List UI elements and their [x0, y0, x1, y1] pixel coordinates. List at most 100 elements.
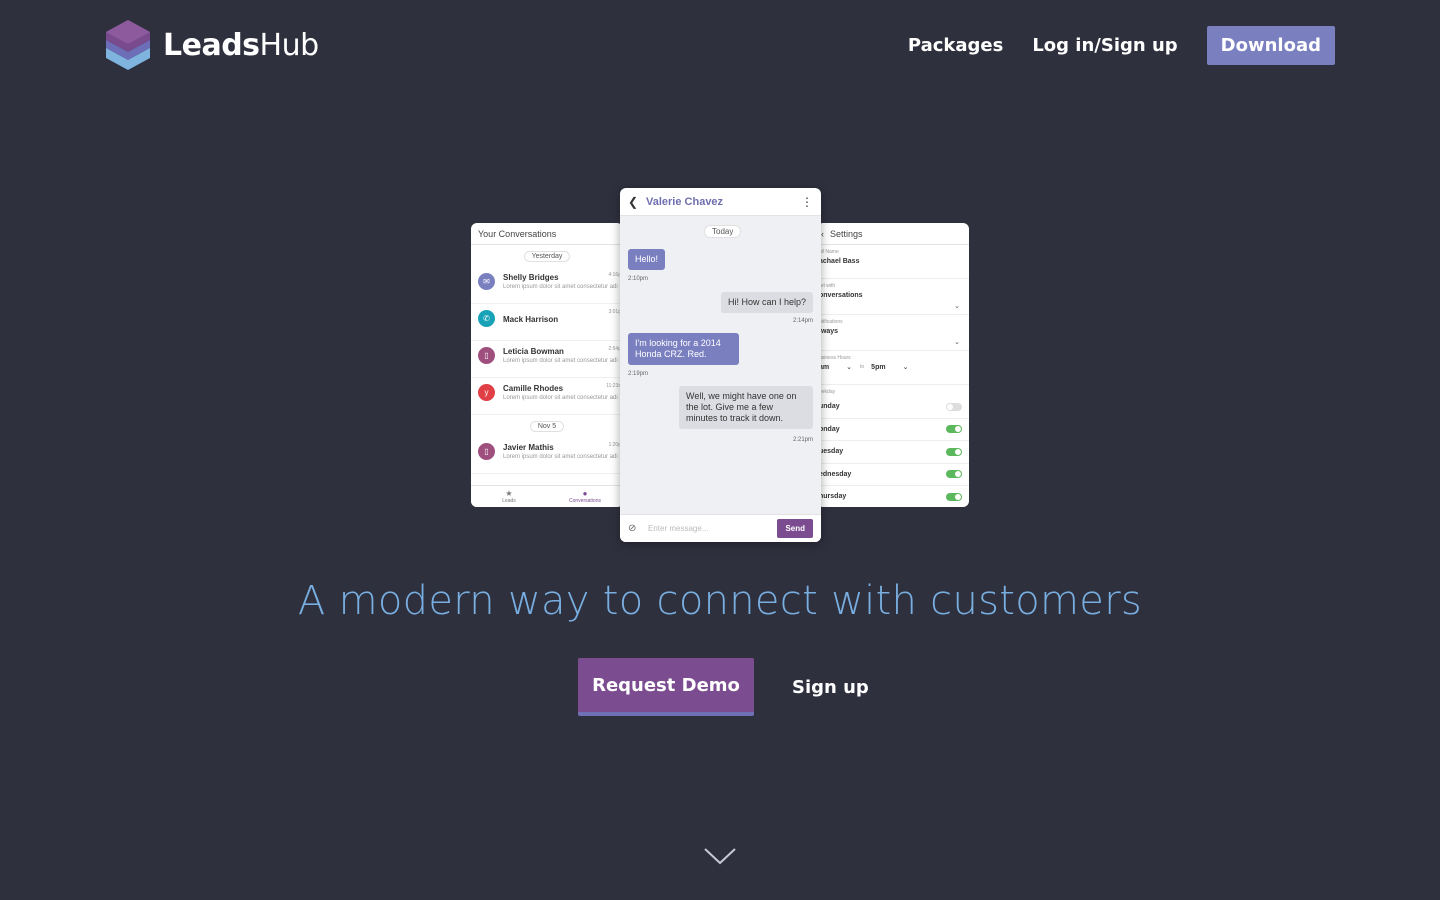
setting-value: lways: [819, 328, 839, 335]
conversation-text: Mack Harrison: [503, 309, 558, 325]
conversation-name: Javier Mathis: [503, 443, 554, 452]
conversation-preview: Lorem ipsum dolor sit amet consectetur a…: [503, 454, 618, 460]
setting-notifications[interactable]: otifications lways ⌄: [817, 315, 969, 351]
conversation-time: 11:23a: [606, 383, 621, 389]
brand-name-bold: Leads: [163, 27, 260, 63]
conversation-item[interactable]: ▯ Javier Mathis Lorem ipsum dolor sit amet…: [471, 437, 623, 474]
more-vertical-icon[interactable]: ⋮: [801, 195, 813, 209]
setting-value: achael Bass: [819, 258, 860, 265]
brand-name: LeadsHub: [163, 28, 319, 63]
sign-up-link[interactable]: Sign up: [792, 677, 869, 698]
conversation-name: Leticia Bowman: [503, 347, 564, 356]
weekday-toggle[interactable]: [946, 402, 962, 411]
conversation-item[interactable]: y Camille Rhodes Lorem ipsum dolor sit ame…: [471, 378, 623, 415]
setting-label: usiness Hours: [819, 355, 851, 361]
brand-name-light: Hub: [259, 27, 320, 63]
setting-start-with[interactable]: art with onversations ⌄: [817, 279, 969, 315]
conversations-phone-mockup: Your Conversations Yesterday ✉ Shelly Bri…: [471, 223, 623, 507]
chevron-down-icon: ⌄: [954, 339, 960, 346]
weekday-row: ednesday: [817, 464, 969, 486]
message-incoming: Hello!: [628, 249, 666, 270]
message-outgoing: Well, we might have one on the lot. Give…: [679, 386, 813, 429]
settings-title: Settings: [830, 228, 863, 239]
weekday-row: uesday: [817, 441, 969, 464]
conversation-text: Leticia Bowman Lorem ipsum dolor sit amet…: [503, 346, 618, 365]
settings-header: ‹ Settings: [817, 223, 969, 245]
setting-full-name: ull Name achael Bass: [817, 245, 969, 279]
weekday-name: uesday: [819, 448, 844, 456]
weekday-name: onday: [819, 425, 840, 433]
weekday-toggle[interactable]: [946, 470, 962, 479]
conversation-name: Camille Rhodes: [503, 384, 564, 393]
conversation-item[interactable]: ▯ Leticia Bowman Lorem ipsum dolor sit ame…: [471, 341, 623, 378]
setting-value: am ⌄ to 5pm ⌄: [819, 362, 969, 373]
weekday-name: unday: [819, 403, 840, 411]
chevron-down-icon[interactable]: [703, 846, 737, 866]
conversations-header: Your Conversations: [471, 223, 623, 245]
conversation-preview: Lorem ipsum dolor sit amet consectetur a…: [503, 395, 618, 401]
chevron-down-icon: ⌄: [846, 364, 852, 371]
setting-label: otifications: [819, 319, 843, 325]
weekday-toggle[interactable]: [946, 447, 962, 456]
weekday-row: hursday: [817, 486, 969, 507]
logo-cube-icon: [106, 20, 150, 70]
yelp-icon: y: [478, 384, 495, 401]
contact-name: Valerie Chavez: [646, 195, 724, 208]
top-nav: Packages Log in/Sign up Download: [908, 26, 1335, 65]
logo[interactable]: LeadsHub: [104, 20, 319, 70]
nav-packages-link[interactable]: Packages: [908, 35, 1003, 56]
back-icon[interactable]: ❮: [628, 195, 646, 209]
conversation-name: Shelly Bridges: [503, 273, 559, 282]
setting-label: ull Name: [819, 249, 839, 255]
weekday-row: onday: [817, 419, 969, 441]
weekday-label: eekday: [819, 389, 836, 395]
hero-cta: Request Demo Sign up: [578, 658, 869, 716]
hours-to[interactable]: 5pm: [871, 362, 885, 373]
attachment-icon[interactable]: ⊘: [628, 523, 648, 534]
tab-conversations-label: Conversations: [569, 497, 601, 504]
chat-icon: ●: [582, 488, 588, 498]
message-outgoing: Hi! How can I help?: [720, 292, 813, 313]
conversation-name: Mack Harrison: [503, 315, 559, 324]
conversation-text: Javier Mathis Lorem ipsum dolor sit amet …: [503, 442, 618, 461]
chat-phone-mockup: ❮ Valerie Chavez ⋮ Today Hello! 2:10pm H…: [620, 188, 821, 542]
nav-login-link[interactable]: Log in/Sign up: [1032, 35, 1177, 56]
weekday-name: hursday: [819, 493, 847, 501]
hero-tagline: A modern way to connect with customers: [297, 578, 1143, 624]
message-composer: ⊘ Enter message... Send: [620, 514, 821, 542]
setting-label: art with: [819, 283, 836, 289]
download-button[interactable]: Download: [1206, 26, 1335, 65]
message-incoming: I'm looking for a 2014 Honda CRZ. Red.: [628, 333, 739, 365]
tab-conversations[interactable]: ● Conversations: [547, 486, 623, 507]
conversation-text: Camille Rhodes Lorem ipsum dolor sit amet…: [503, 383, 618, 402]
conversation-item[interactable]: ✉ Shelly Bridges Lorem ipsum dolor sit ame…: [471, 267, 623, 304]
chat-header: ❮ Valerie Chavez ⋮: [620, 188, 821, 216]
mail-icon: ✉: [478, 273, 495, 290]
chevron-down-icon: ⌄: [902, 364, 909, 371]
star-icon: ★: [505, 488, 513, 498]
weekday-toggle[interactable]: [946, 425, 962, 434]
message-time: 2:21pm: [792, 437, 813, 443]
weekday-row: unday: [817, 396, 969, 419]
conversation-preview: Lorem ipsum dolor sit amet consectetur a…: [503, 284, 618, 290]
day-separator: Nov 5: [529, 421, 565, 432]
setting-business-hours[interactable]: usiness Hours am ⌄ to 5pm ⌄: [817, 351, 969, 385]
message-time: 2:19pm: [628, 371, 649, 377]
tab-leads[interactable]: ★ Leads: [471, 486, 547, 507]
weekday-toggle[interactable]: [946, 492, 962, 501]
message-time: 2:14pm: [792, 318, 813, 324]
mobile-icon: ▯: [478, 443, 495, 460]
conversation-item[interactable]: ✆ Mack Harrison 3:01p: [471, 304, 623, 341]
message-input[interactable]: Enter message...: [648, 524, 777, 533]
request-demo-button[interactable]: Request Demo: [578, 658, 754, 716]
tab-leads-label: Leads: [502, 497, 516, 504]
day-separator: Yesterday: [523, 251, 571, 262]
conversation-text: Shelly Bridges Lorem ipsum dolor sit amet…: [503, 272, 618, 291]
send-button[interactable]: Send: [777, 519, 813, 538]
tab-bar: ★ Leads ● Conversations: [471, 485, 623, 507]
settings-phone-mockup: ‹ Settings ull Name achael Bass art with …: [817, 223, 969, 507]
setting-value: onversations: [819, 292, 863, 299]
weekday-name: ednesday: [819, 470, 852, 478]
chevron-down-icon: ⌄: [954, 303, 960, 310]
conversation-preview: Lorem ipsum dolor sit amet consectetur a…: [503, 358, 618, 364]
